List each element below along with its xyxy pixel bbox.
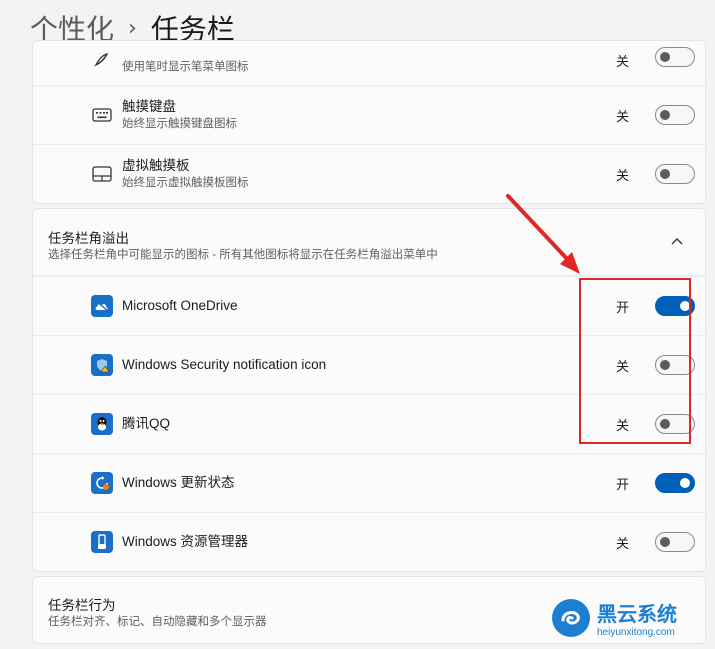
virtual-touchpad-subtitle: 始终显示虚拟触摸板图标 [122,177,249,189]
taskbar-corner-icons-panel: 使用笔时显示笔菜单图标 关 触摸键盘 始终显示触摸键盘图标 关 虚拟触摸板 始终… [32,40,706,204]
overflow-item-file-explorer: Windows 资源管理器 关 [33,512,705,571]
qq-toggle[interactable] [655,414,695,434]
windows-update-toggle[interactable] [655,473,695,493]
virtual-touchpad-toggle[interactable] [655,164,695,184]
windows-security-label: Windows Security notification icon [122,357,327,372]
windows-security-toggle[interactable] [655,355,695,375]
qq-label: 腾讯QQ [122,416,171,431]
watermark-name: 黑云系统 [597,602,677,626]
virtual-touchpad-state: 关 [615,167,629,183]
taskbar-corner-overflow-header[interactable]: 任务栏角溢出 选择任务栏角中可能显示的图标 - 所有其他图标将显示在任务栏角溢出… [33,209,705,276]
behavior-section-title: 任务栏行为 [48,598,116,613]
overflow-item-windows-security: Windows Security notification icon 关 [33,335,705,394]
touch-keyboard-toggle[interactable] [655,105,695,125]
pen-menu-subtitle: 使用笔时显示笔菜单图标 [122,61,249,73]
taskbar-corner-overflow-panel: 任务栏角溢出 选择任务栏角中可能显示的图标 - 所有其他图标将显示在任务栏角溢出… [32,208,706,572]
onedrive-icon [91,295,113,317]
overflow-item-qq: 腾讯QQ 关 [33,394,705,453]
touch-keyboard-title: 触摸键盘 [122,99,176,114]
windows-update-state: 开 [615,476,629,492]
qq-state: 关 [615,417,629,433]
touch-keyboard-subtitle: 始终显示触摸键盘图标 [122,118,237,130]
onedrive-state: 开 [615,299,629,315]
pen-menu-toggle[interactable] [655,47,695,67]
file-explorer-state: 关 [615,535,629,551]
virtual-touchpad-row: 虚拟触摸板 始终显示虚拟触摸板图标 关 [33,144,705,203]
touch-keyboard-row: 触摸键盘 始终显示触摸键盘图标 关 [33,85,705,144]
file-explorer-icon [91,531,113,553]
overflow-section-title: 任务栏角溢出 [48,231,129,246]
file-explorer-label: Windows 资源管理器 [122,534,249,549]
overflow-item-onedrive: Microsoft OneDrive 开 [33,276,705,335]
file-explorer-toggle[interactable] [655,532,695,552]
qq-icon [91,413,113,435]
watermark-url: heiyunxitong.com [597,627,675,638]
touch-keyboard-state: 关 [615,108,629,124]
virtual-touchpad-title: 虚拟触摸板 [122,158,190,173]
windows-security-icon [91,354,113,376]
windows-security-state: 关 [615,358,629,374]
overflow-item-windows-update: Windows 更新状态 开 [33,453,705,512]
watermark: 黑云系统 heiyunxitong.com [551,598,677,638]
pen-menu-row: 使用笔时显示笔菜单图标 关 [33,41,705,85]
watermark-logo-icon [552,599,590,637]
breadcrumb-separator: › [128,15,137,41]
overflow-section-subtitle: 选择任务栏角中可能显示的图标 - 所有其他图标将显示在任务栏角溢出菜单中 [48,249,438,261]
onedrive-label: Microsoft OneDrive [122,298,238,313]
pen-menu-state: 关 [615,54,629,69]
chevron-up-icon[interactable] [667,231,687,251]
onedrive-toggle[interactable] [655,296,695,316]
touchpad-icon [91,163,113,185]
behavior-section-subtitle: 任务栏对齐、标记、自动隐藏和多个显示器 [48,616,267,628]
pen-icon [91,49,113,71]
windows-update-icon [91,472,113,494]
keyboard-icon [91,104,113,126]
windows-update-label: Windows 更新状态 [122,475,235,490]
